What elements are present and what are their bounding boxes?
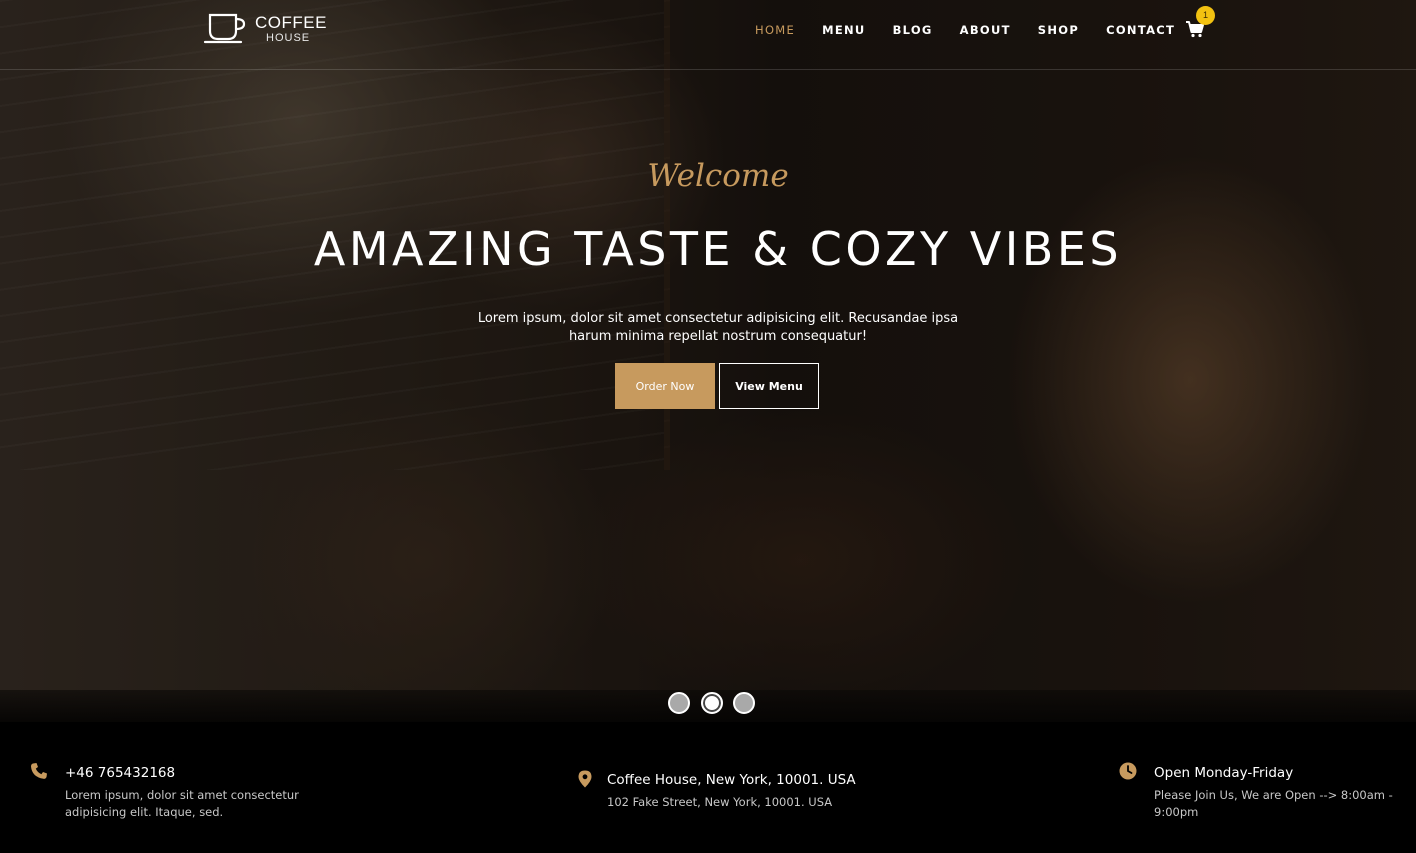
slider-dot-3[interactable]	[733, 692, 755, 714]
location-address: 102 Fake Street, New York, 10001. USA	[607, 795, 833, 809]
slider-dot-1[interactable]	[668, 692, 690, 714]
slider-dot-2[interactable]	[700, 692, 723, 714]
nav-contact[interactable]: CONTACT	[1106, 22, 1175, 38]
coffee-cup-icon	[203, 13, 246, 44]
map-pin-icon	[578, 770, 592, 788]
logo-wordmark: COFFEE HOUSE	[255, 14, 327, 44]
order-now-button[interactable]: Order Now	[615, 363, 715, 409]
location-title: Coffee House, New York, 10001. USA	[607, 772, 856, 788]
info-location: Coffee House, New York, 10001. USA 102 F…	[577, 770, 877, 830]
phone-description: Lorem ipsum, dolor sit amet consectetur …	[65, 788, 299, 819]
hero-subtext: Lorem ipsum, dolor sit amet consectetur …	[477, 311, 959, 344]
slider-dots	[668, 692, 766, 714]
hero-welcome: Welcome	[647, 158, 789, 194]
site-logo[interactable]: COFFEE HOUSE	[203, 12, 333, 46]
phone-icon	[31, 763, 47, 779]
hero-section	[0, 0, 1416, 722]
logo-line-1: COFFEE	[255, 13, 327, 32]
main-nav: HOME MENU BLOG ABOUT SHOP CONTACT	[755, 22, 1202, 38]
nav-home[interactable]: HOME	[755, 22, 795, 38]
phone-number[interactable]: +46 765432168	[65, 765, 175, 781]
clock-icon	[1119, 762, 1137, 780]
nav-menu[interactable]: MENU	[822, 22, 865, 38]
site-header: COFFEE HOUSE HOME MENU BLOG ABOUT SHOP C…	[0, 0, 1416, 70]
nav-blog[interactable]: BLOG	[893, 22, 933, 38]
info-hours: Open Monday-Friday Please Join Us, We ar…	[1119, 762, 1409, 832]
cart-count-badge: 1	[1196, 6, 1215, 25]
nav-shop[interactable]: SHOP	[1038, 22, 1079, 38]
view-menu-button[interactable]: View Menu	[719, 363, 819, 409]
hero-headline: AMAZING TASTE & COZY VIBES	[313, 222, 1123, 276]
info-phone: +46 765432168 Lorem ipsum, dolor sit ame…	[30, 762, 350, 832]
hours-description: Please Join Us, We are Open --> 8:00am -…	[1154, 788, 1393, 819]
info-bar: +46 765432168 Lorem ipsum, dolor sit ame…	[0, 722, 1416, 853]
hours-title: Open Monday-Friday	[1154, 765, 1294, 781]
nav-about[interactable]: ABOUT	[960, 22, 1011, 38]
logo-line-2: HOUSE	[266, 32, 311, 44]
hero-overlay	[0, 0, 1416, 722]
